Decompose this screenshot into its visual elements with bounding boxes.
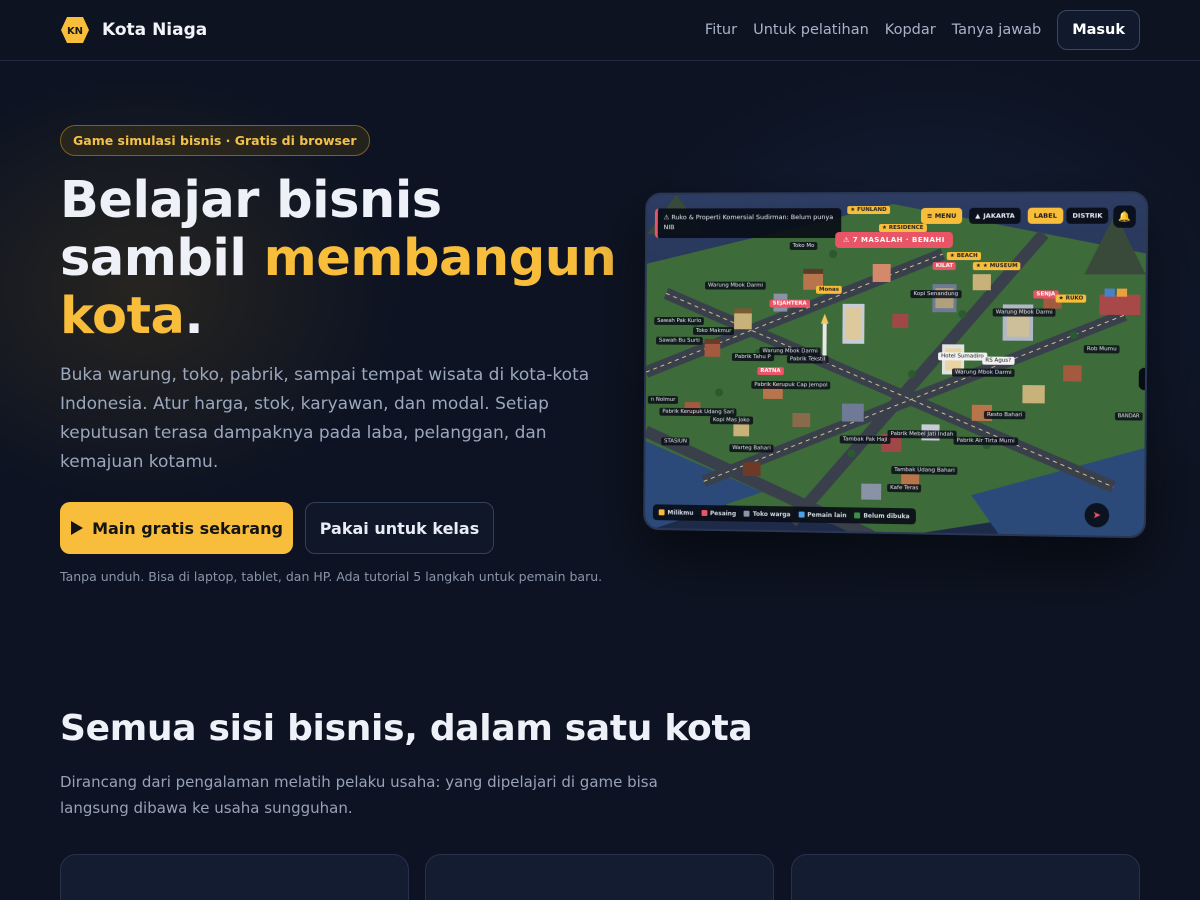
game-district-button[interactable]: DISTRIK <box>1066 208 1108 224</box>
hero-badge: Game simulasi bisnis · Gratis di browser <box>60 125 370 156</box>
map-label: Kopi Mas Joko <box>710 416 753 424</box>
map-label: Tambak Udang Bahari <box>891 466 958 475</box>
map-label: STASIUN <box>661 437 690 445</box>
hero-title-line2-a: sambil <box>60 229 264 288</box>
nav-link-fitur[interactable]: Fitur <box>705 22 737 38</box>
map-tag-residence: ★ RESIDENCE <box>879 224 927 232</box>
kota-niaga-logo-icon: KN <box>60 16 90 44</box>
map-label: Pabrik Air Tirta Murni <box>954 437 1018 446</box>
game-city-label: JAKARTA <box>983 212 1015 220</box>
map-label: n Nolmur <box>648 396 679 404</box>
game-preview-screenshot: ⚠ Ruko & Properti Komersial Sudirman: Be… <box>643 191 1148 538</box>
map-label: Warteg Bahari <box>729 444 774 452</box>
legend-swatch <box>744 511 750 517</box>
legend-item: Toko warga <box>744 510 791 518</box>
game-problems-button[interactable]: ⚠ 7 MASALAH · BENAHI <box>835 232 953 248</box>
map-label: Monas <box>816 286 842 294</box>
map-label: Rob Mumu <box>1084 345 1120 353</box>
map-label: BANDAR <box>1115 412 1143 420</box>
map-label: Resto Bahari <box>984 411 1025 419</box>
map-label: Toko Mo <box>790 242 818 250</box>
nav-link-kopdar[interactable]: Kopdar <box>885 22 936 38</box>
play-icon <box>70 520 84 536</box>
hero-title-period: . <box>184 287 203 346</box>
compass-icon[interactable]: ➤ <box>1085 503 1110 528</box>
legend-item: Pesaing <box>701 510 736 517</box>
feature-card <box>425 854 774 900</box>
legend-label: Toko warga <box>753 510 791 518</box>
map-label: Toko Makmur <box>693 327 734 335</box>
legend-label: Belum dibuka <box>863 512 909 520</box>
features-title: Semua sisi bisnis, dalam satu kota <box>60 708 752 749</box>
game-city-button[interactable]: ▲ JAKARTA <box>969 208 1021 224</box>
play-free-label: Main gratis sekarang <box>92 519 283 538</box>
map-tag-sejahtera: SEJAHTERA <box>770 300 810 308</box>
legend-label: Milikmu <box>667 509 693 516</box>
map-label: Sawah Bu Surti <box>656 337 703 345</box>
notification-bell-icon[interactable]: 🔔 <box>1113 205 1136 227</box>
map-tag-ruko: ★ RUKO <box>1056 294 1087 302</box>
feature-card <box>791 854 1140 900</box>
map-label: Pabrik Kerupuk Udang Sari <box>659 408 736 417</box>
map-label: Pabrik Kerupuk Cap Jempol <box>751 381 830 390</box>
map-label: Kafe Teras <box>887 484 921 492</box>
map-label: Pabrik Tahu P <box>732 353 774 361</box>
brand-name: Kota Niaga <box>102 20 207 40</box>
map-label: Hotel Sumadiro <box>938 352 987 360</box>
legend-swatch <box>798 512 804 518</box>
map-label: RS Agus? <box>982 357 1014 365</box>
nav-link-tanya-jawab[interactable]: Tanya jawab <box>952 22 1041 38</box>
use-for-class-button[interactable]: Pakai untuk kelas <box>305 502 494 554</box>
map-label: Pabrik Mebel Jati Indah <box>887 430 956 439</box>
map-tag-alert: SENJA <box>1033 290 1058 298</box>
map-label: Kopi Senandung <box>910 290 961 298</box>
hero-description: Buka warung, toko, pabrik, sampai tempat… <box>60 361 600 477</box>
hero-title-highlight-2: kota <box>60 287 184 346</box>
city-landmark-icon: ▲ <box>975 212 980 220</box>
map-label: Pabrik Tekstil <box>787 355 828 363</box>
hero-note: Tanpa unduh. Bisa di laptop, tablet, dan… <box>60 569 602 584</box>
features-description: Dirancang dari pengalaman melatih pelaku… <box>60 769 680 821</box>
legend-swatch <box>854 512 860 518</box>
hero-title-line1: Belajar bisnis <box>60 171 442 230</box>
map-label: Warung Mbok Darmi <box>705 282 766 290</box>
game-label-button[interactable]: LABEL <box>1028 208 1063 224</box>
nav-links: Fitur Untuk pelatihan Kopdar Tanya jawab… <box>705 10 1140 50</box>
feature-card <box>60 854 409 900</box>
login-button[interactable]: Masuk <box>1057 10 1140 50</box>
legend-swatch <box>701 510 707 516</box>
legend-swatch <box>659 509 665 515</box>
map-label: Warung Mbok Darmi <box>993 308 1056 316</box>
hero-title: Belajar bisnis sambil membangun kota. <box>60 172 620 346</box>
brand-home-link[interactable]: KN Kota Niaga <box>60 16 207 44</box>
logo-text: KN <box>67 26 83 37</box>
map-label: Warung Mbok Darmi <box>952 368 1015 377</box>
map-tag-funland: ★ FUNLAND <box>847 206 889 214</box>
map-label: Tambak Pak Haji <box>840 435 891 444</box>
legend-label: Pesaing <box>710 510 736 517</box>
map-tag-ratna: RATNA <box>757 367 783 375</box>
map-label: Sawah Pak Kurlo <box>654 317 704 325</box>
map-tag-museum: ★ ★ MUSEUM <box>973 262 1021 270</box>
nav-link-pelatihan[interactable]: Untuk pelatihan <box>753 22 869 38</box>
hero-title-highlight-1: membangun <box>264 229 617 288</box>
map-tag-alert: KILAT <box>933 262 957 270</box>
map-tag-beach: ★ BEACH <box>947 252 981 260</box>
legend-label: Pemain lain <box>807 511 846 519</box>
top-navbar: KN Kota Niaga Fitur Untuk pelatihan Kopd… <box>0 0 1200 61</box>
game-menu-button[interactable]: ≡ MENU <box>921 208 963 224</box>
game-alert-banner[interactable]: ⚠ Ruko & Properti Komersial Sudirman: Be… <box>655 208 842 238</box>
fullscreen-icon[interactable]: ⤢ <box>1139 368 1149 391</box>
legend-item: Belum dibuka <box>854 512 909 520</box>
legend-item: Milikmu <box>659 509 694 516</box>
legend-item: Pemain lain <box>798 511 846 519</box>
play-free-button[interactable]: Main gratis sekarang <box>60 502 293 554</box>
